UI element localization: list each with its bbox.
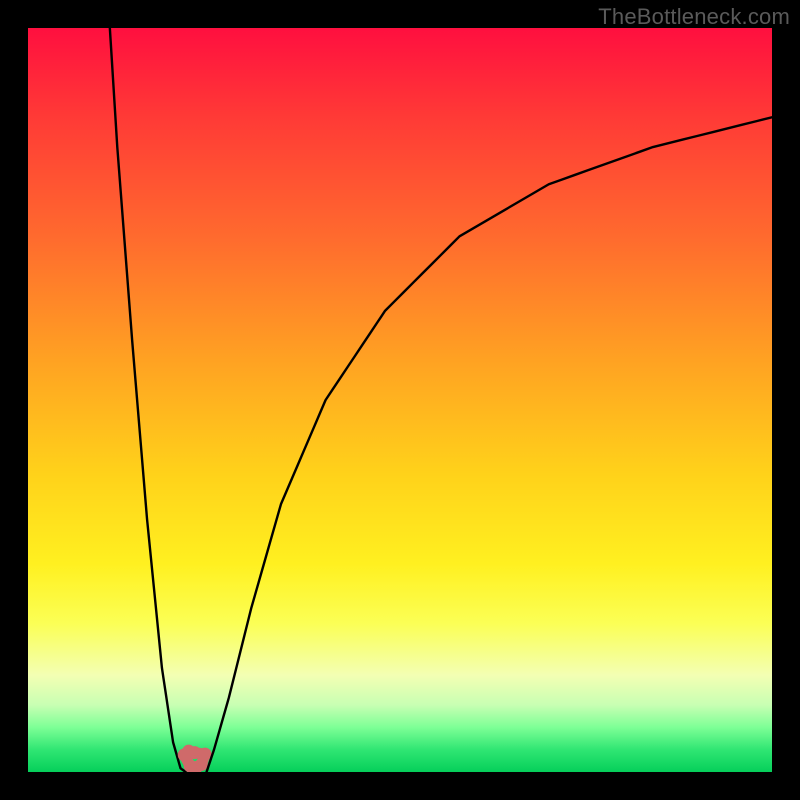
plot-area	[28, 28, 772, 772]
chart-svg	[28, 28, 772, 772]
watermark-text: TheBottleneck.com	[598, 4, 790, 30]
chart-frame: TheBottleneck.com	[0, 0, 800, 800]
